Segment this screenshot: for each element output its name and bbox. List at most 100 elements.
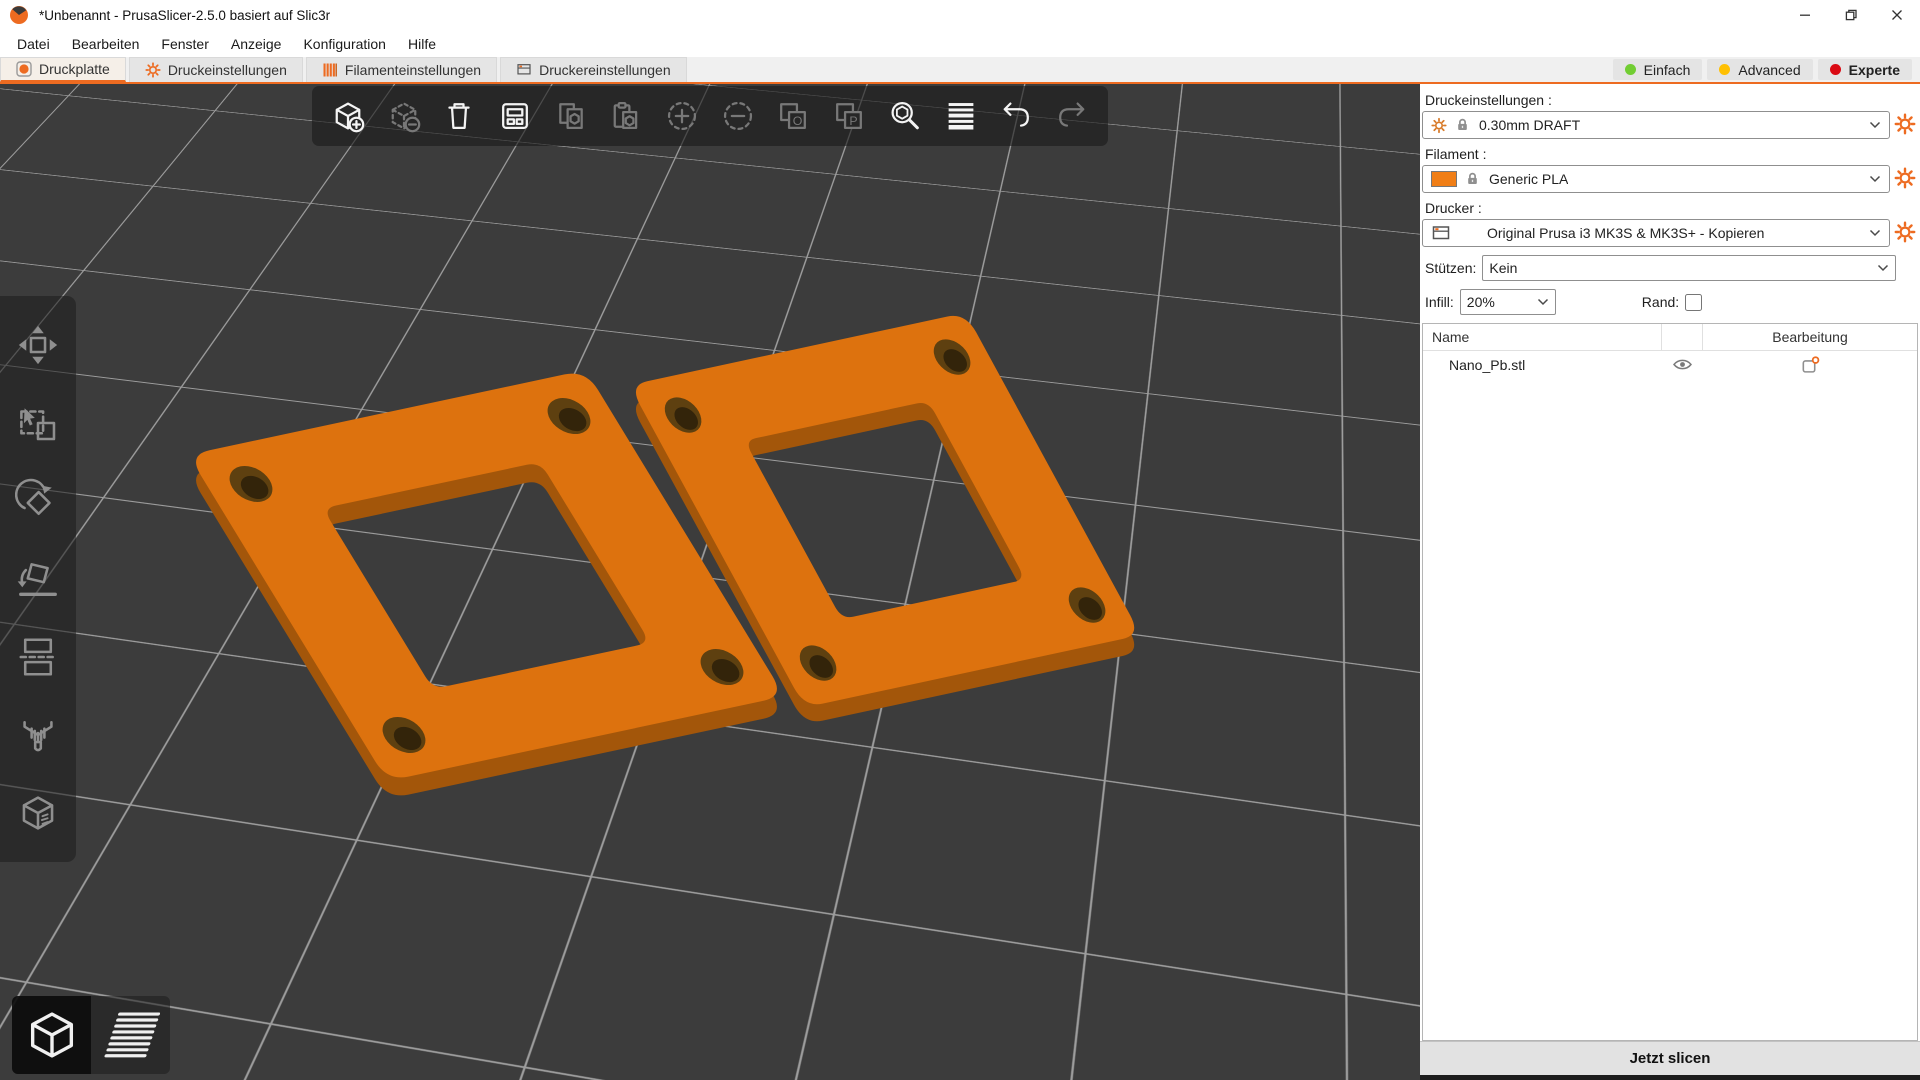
delete-all-button[interactable] (434, 90, 484, 142)
filament-gear-button[interactable] (1894, 167, 1918, 191)
filament-dropdown[interactable]: Generic PLA (1422, 165, 1890, 193)
viewport-toolbar (312, 86, 1108, 146)
chevron-down-icon (1869, 175, 1881, 183)
tab-bar: Druckplatte Druckeinstellungen Filamente… (0, 57, 1920, 82)
print-settings-value: 0.30mm DRAFT (1479, 117, 1580, 133)
paint-supports-tool-button (10, 707, 66, 763)
prusaslicer-window: *Unbenannt - PrusaSlicer-2.5.0 basiert a… (0, 0, 1920, 1080)
printer-label: Drucker : (1425, 200, 1918, 216)
menu-fenster[interactable]: Fenster (150, 32, 219, 56)
undo-button[interactable] (991, 90, 1041, 142)
brim-checkbox[interactable] (1685, 294, 1702, 311)
tab-druckereinstellungen[interactable]: Druckereinstellungen (500, 57, 687, 82)
mode-experte-button[interactable]: Experte (1818, 59, 1912, 80)
tab-filamenteinstellungen[interactable]: Filamenteinstellungen (306, 57, 497, 82)
lock-icon (1465, 171, 1481, 187)
3d-viewport[interactable] (0, 84, 1420, 1080)
mode-advanced-button[interactable]: Advanced (1707, 59, 1812, 80)
main-area: Druckeinstellungen : 0.30mm DRAFT Filame… (0, 84, 1920, 1080)
filament-label: Filament : (1425, 146, 1918, 162)
plater-icon (16, 61, 32, 77)
copy-button (546, 90, 596, 142)
model-nano-pb[interactable] (0, 84, 1420, 1080)
restore-button[interactable] (1828, 0, 1874, 30)
split-to-parts-button (824, 90, 874, 142)
tab-druckeinstellungen[interactable]: Druckeinstellungen (129, 57, 303, 82)
column-name: Name (1423, 329, 1661, 345)
printer-icon (1431, 224, 1451, 242)
variable-layer-height-button[interactable] (936, 90, 986, 142)
remove-instance-button (713, 90, 763, 142)
filament-icon (322, 62, 338, 78)
slice-now-button[interactable]: Jetzt slicen (1420, 1041, 1920, 1075)
move-tool-button (10, 317, 66, 373)
menu-konfiguration[interactable]: Konfiguration (292, 32, 397, 56)
view-mode-toggles (12, 996, 170, 1074)
chevron-down-icon (1869, 121, 1881, 129)
prusa-logo-icon (9, 5, 29, 25)
gear-icon (1431, 117, 1447, 133)
print-settings-label: Druckeinstellungen : (1425, 92, 1918, 108)
filament-value: Generic PLA (1489, 171, 1568, 187)
close-button[interactable] (1874, 0, 1920, 30)
object-name: Nano_Pb.stl (1423, 357, 1661, 373)
column-bearbeitung: Bearbeitung (1703, 329, 1917, 345)
lock-icon (1455, 117, 1471, 133)
minimize-button[interactable] (1782, 0, 1828, 30)
supports-label: Stützen: (1425, 260, 1476, 276)
column-visibility (1661, 324, 1703, 350)
red-dot-icon (1830, 64, 1841, 75)
search-button[interactable] (880, 90, 930, 142)
bottom-strip (1420, 1075, 1920, 1080)
window-title: *Unbenannt - PrusaSlicer-2.5.0 basiert a… (39, 8, 330, 23)
object-list-header: Name Bearbeitung (1423, 324, 1917, 351)
preview-layers-view-button[interactable] (91, 996, 170, 1074)
cut-tool-button (10, 629, 66, 685)
chevron-down-icon (1877, 264, 1889, 272)
chevron-down-icon (1869, 229, 1881, 237)
yellow-dot-icon (1719, 64, 1730, 75)
visibility-eye-button[interactable] (1673, 358, 1692, 371)
delete-object-button (379, 90, 429, 142)
3d-editor-view-button[interactable] (12, 996, 91, 1074)
add-object-button[interactable] (323, 90, 373, 142)
redo-button (1047, 90, 1097, 142)
seam-tool-button (10, 785, 66, 841)
tab-druckplatte[interactable]: Druckplatte (0, 57, 126, 82)
gear-icon (145, 62, 161, 78)
title-bar: *Unbenannt - PrusaSlicer-2.5.0 basiert a… (0, 0, 1920, 30)
window-controls (1782, 0, 1920, 30)
arrange-button[interactable] (490, 90, 540, 142)
brim-label: Rand: (1642, 294, 1679, 310)
mode-switcher: Einfach Advanced Experte (1613, 57, 1920, 82)
menu-anzeige[interactable]: Anzeige (220, 32, 293, 56)
add-instance-button (657, 90, 707, 142)
object-row-nano-pb[interactable]: Nano_Pb.stl (1423, 351, 1917, 378)
printer-value: Original Prusa i3 MK3S & MK3S+ - Kopiere… (1487, 225, 1764, 241)
menu-bar: Datei Bearbeiten Fenster Anzeige Konfigu… (0, 30, 1920, 57)
place-on-face-tool-button (10, 551, 66, 607)
object-list: Name Bearbeitung Nano_Pb.stl (1422, 323, 1918, 1041)
printer-icon (516, 62, 532, 78)
menu-bearbeiten[interactable]: Bearbeiten (61, 32, 151, 56)
scale-tool-button (10, 395, 66, 451)
split-to-objects-button (768, 90, 818, 142)
edit-object-button[interactable] (1801, 356, 1820, 373)
printer-dropdown[interactable]: Original Prusa i3 MK3S & MK3S+ - Kopiere… (1422, 219, 1890, 247)
print-settings-gear-button[interactable] (1894, 113, 1918, 137)
filament-color-swatch (1431, 171, 1457, 187)
infill-select[interactable]: 20% (1460, 289, 1556, 315)
rotate-tool-button (10, 473, 66, 529)
gizmo-toolbar (0, 296, 76, 862)
supports-select[interactable]: Kein (1482, 255, 1896, 281)
menu-datei[interactable]: Datei (6, 32, 61, 56)
green-dot-icon (1625, 64, 1636, 75)
infill-label: Infill: (1425, 294, 1454, 310)
print-settings-dropdown[interactable]: 0.30mm DRAFT (1422, 111, 1890, 139)
settings-panel: Druckeinstellungen : 0.30mm DRAFT Filame… (1420, 84, 1920, 1080)
chevron-down-icon (1537, 298, 1549, 306)
printer-gear-button[interactable] (1894, 221, 1918, 245)
paste-button (601, 90, 651, 142)
mode-einfach-button[interactable]: Einfach (1613, 59, 1703, 80)
menu-hilfe[interactable]: Hilfe (397, 32, 447, 56)
